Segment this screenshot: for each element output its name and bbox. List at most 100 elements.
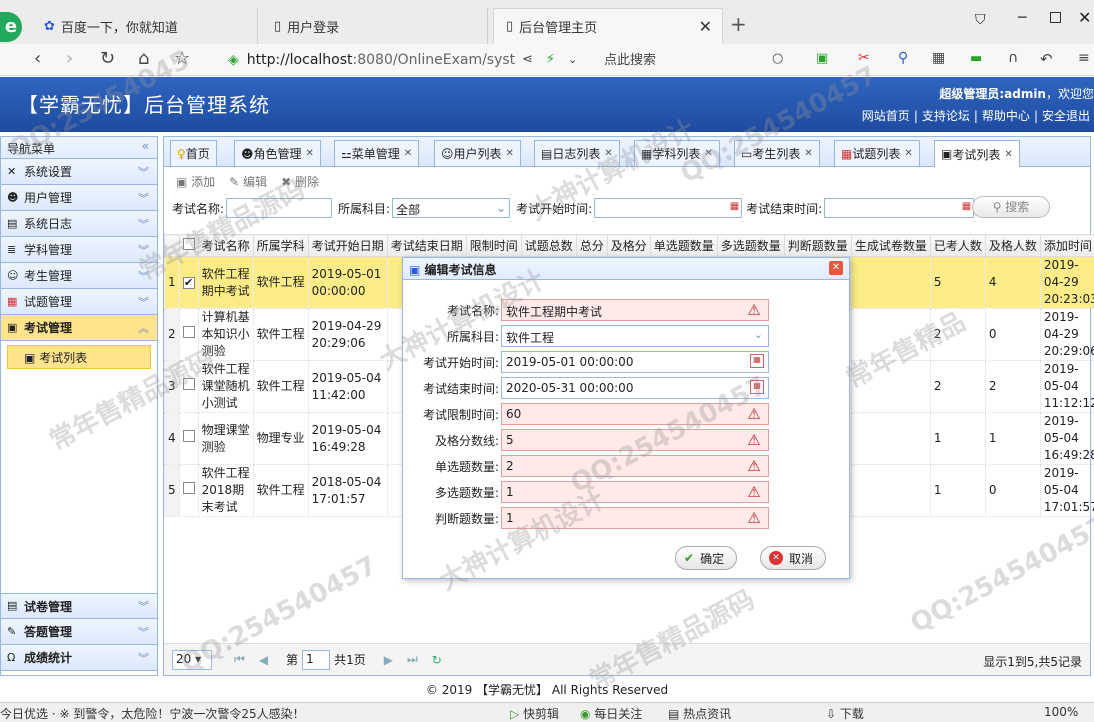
close-icon[interactable]: ✕ — [904, 148, 912, 159]
forward-icon[interactable]: › — [66, 48, 73, 69]
apps-icon[interactable]: ▦ — [932, 50, 945, 66]
text-input[interactable]: 1 ⚠ — [501, 507, 769, 529]
edit-button[interactable]: ✎ 编辑 — [229, 173, 267, 190]
text-input[interactable]: 5 ⚠ — [501, 429, 769, 451]
subject-select[interactable]: 软件工程 ⌄ — [501, 325, 769, 347]
minimize-icon[interactable]: ─ — [1018, 10, 1026, 26]
tab-logs[interactable]: ▤ 日志列表 ✕ — [534, 140, 620, 166]
reload-icon[interactable]: ↻ — [100, 48, 115, 69]
tab-menus[interactable]: ⚍ 菜单管理 ✕ — [334, 140, 420, 166]
calendar-icon[interactable]: ▦ — [750, 354, 764, 368]
headphone-icon[interactable]: ∩ — [1008, 50, 1018, 66]
column-header[interactable]: 限制时间 — [465, 234, 522, 257]
sidebar-item-answers[interactable]: ✎ 答题管理 ︾ — [1, 619, 157, 645]
checkbox[interactable] — [182, 326, 195, 338]
last-page-icon[interactable]: ⏭ — [407, 652, 418, 667]
link-forum[interactable]: 支持论坛 — [922, 109, 970, 123]
subject-filter-select[interactable]: 全部 ⌄ — [392, 198, 511, 218]
sidebar-item-scores[interactable]: Ω 成绩统计 ︾ — [1, 645, 157, 671]
tab-home[interactable]: ♀ 首页 — [170, 140, 217, 166]
status-news[interactable]: 今日优选 · ※ 到警令，太危险！宁波一次警令25人感染！ — [0, 705, 305, 722]
calendar-icon[interactable]: ▦ — [962, 201, 971, 212]
magnifier-icon[interactable]: ⚲ — [898, 50, 908, 66]
battery-icon[interactable]: ▬ — [970, 51, 982, 66]
column-header[interactable]: 试题总数 — [520, 234, 577, 257]
name-filter-input[interactable] — [226, 198, 333, 218]
status-item-news[interactable]: ▤ 热点资讯 — [668, 705, 731, 722]
zoom-level[interactable]: 100% — [1044, 705, 1078, 719]
row-checkbox-cell[interactable] — [178, 308, 199, 361]
checked-checkbox[interactable]: ✔ — [182, 277, 195, 289]
search-button[interactable]: ⚲ 搜索 — [972, 196, 1050, 218]
column-header[interactable]: 考试结束日期 — [386, 234, 467, 257]
sidebar-item-exams[interactable]: ▣ 考试管理 ︽ — [1, 315, 157, 341]
column-header[interactable]: 及格分 — [606, 234, 651, 257]
status-item-follow[interactable]: ◉ 每日关注 — [580, 705, 642, 722]
link-home[interactable]: 网站首页 — [862, 109, 910, 123]
link-help[interactable]: 帮助中心 — [982, 109, 1030, 123]
row-checkbox-cell[interactable] — [178, 360, 199, 413]
checkbox[interactable] — [182, 378, 195, 390]
back-icon[interactable]: ‹ — [34, 48, 41, 69]
text-input[interactable]: 2 ⚠ — [501, 455, 769, 477]
dialog-close-button[interactable]: ✕ — [829, 261, 843, 275]
chevron-down-icon[interactable]: ⌄ — [568, 53, 577, 66]
close-icon[interactable]: ✕ — [404, 148, 412, 159]
cancel-button[interactable]: ✕ 取消 — [760, 546, 827, 570]
maximize-icon[interactable] — [1050, 12, 1061, 23]
browser-tab-0[interactable]: ✿ 百度一下，你就知道 — [32, 8, 258, 44]
date-input[interactable]: 2019-05-01 00:00:00 ▦ — [501, 351, 769, 373]
page-input[interactable]: 1 — [302, 649, 331, 670]
column-header[interactable]: 判断题数量 — [783, 234, 852, 257]
tab-students[interactable]: ▭ 考生列表 ✕ — [734, 140, 820, 166]
column-header[interactable]: 已考人数 — [929, 234, 986, 257]
sidebar-item-questions[interactable]: ▦ 试题管理 ︾ — [1, 289, 157, 315]
text-input[interactable]: 60 ⚠ — [501, 403, 769, 425]
sidebar-item-settings[interactable]: ✕ 系统设置 ︾ — [1, 159, 157, 185]
close-icon[interactable]: ✕ — [306, 148, 314, 159]
sidebar-item-logs[interactable]: ▤ 系统日志 ︾ — [1, 211, 157, 237]
column-header[interactable]: 总分 — [575, 234, 608, 257]
close-icon[interactable]: ✕ — [704, 148, 712, 159]
tab-users[interactable]: ☺ 用户列表 ✕ — [434, 140, 521, 166]
menu-icon[interactable]: ≡ — [1078, 50, 1090, 66]
column-header[interactable]: 及格人数 — [984, 234, 1041, 257]
tab-roles[interactable]: ☻ 角色管理 ✕ — [234, 140, 321, 166]
link-logout[interactable]: 安全退出 — [1042, 109, 1090, 123]
shirt-icon[interactable]: ⛉ — [975, 12, 986, 28]
sidebar-item-papers[interactable]: ▤ 试卷管理 ︾ — [1, 593, 157, 619]
close-icon[interactable]: ✕ — [604, 148, 612, 159]
end-filter-input[interactable]: ▦ — [824, 198, 975, 218]
column-header[interactable]: 所属学科 — [252, 234, 309, 257]
bolt-icon[interactable]: ⚡ — [546, 52, 555, 67]
prev-page-icon[interactable]: ◀ — [259, 653, 268, 667]
add-button[interactable]: ▣ 添加 — [176, 173, 215, 190]
translate-icon[interactable]: ▣ — [816, 51, 828, 66]
date-input[interactable]: 2020-05-31 00:00:00 ▦ — [501, 377, 769, 399]
star-icon[interactable]: ☆ — [174, 48, 190, 69]
tab-questions[interactable]: ▦ 试题列表 ✕ — [834, 140, 920, 166]
close-window-icon[interactable]: ✕ — [1078, 8, 1091, 27]
row-checkbox-cell[interactable]: ✔ — [178, 256, 199, 309]
select-all-checkbox[interactable] — [178, 234, 199, 257]
close-icon[interactable]: ✕ — [506, 148, 514, 159]
browser-logo-icon[interactable]: e — [0, 12, 22, 42]
sidebar-subitem-exam-list[interactable]: ▣ 考试列表 — [7, 345, 151, 369]
collapse-icon[interactable]: « — [142, 139, 149, 153]
page-size-select[interactable]: 20 ▾ — [172, 649, 212, 670]
share-icon[interactable]: ⋖ — [522, 52, 533, 67]
undo-icon[interactable]: ↶ — [1040, 50, 1053, 68]
start-filter-input[interactable]: ▦ — [594, 198, 743, 218]
column-header[interactable]: 多选题数量 — [716, 234, 785, 257]
status-item-download[interactable]: ⇩ 下载 — [826, 705, 864, 722]
browser-tab-1[interactable]: ▯ 用户登录 — [262, 8, 488, 44]
home-icon[interactable]: ⌂ — [138, 48, 149, 69]
calendar-icon[interactable]: ▦ — [750, 380, 764, 394]
search-icon[interactable]: ○ — [772, 51, 783, 66]
sidebar-item-subjects[interactable]: ≣ 学科管理 ︾ — [1, 237, 157, 263]
sidebar-item-students[interactable]: ☺ 考生管理 ︾ — [1, 263, 157, 289]
browser-search-input[interactable]: 点此搜索 — [604, 49, 794, 71]
tab-exams[interactable]: ▣ 考试列表 ✕ — [934, 140, 1020, 167]
close-tab-icon[interactable]: ✕ — [699, 17, 712, 36]
refresh-icon[interactable]: ↻ — [432, 653, 442, 667]
